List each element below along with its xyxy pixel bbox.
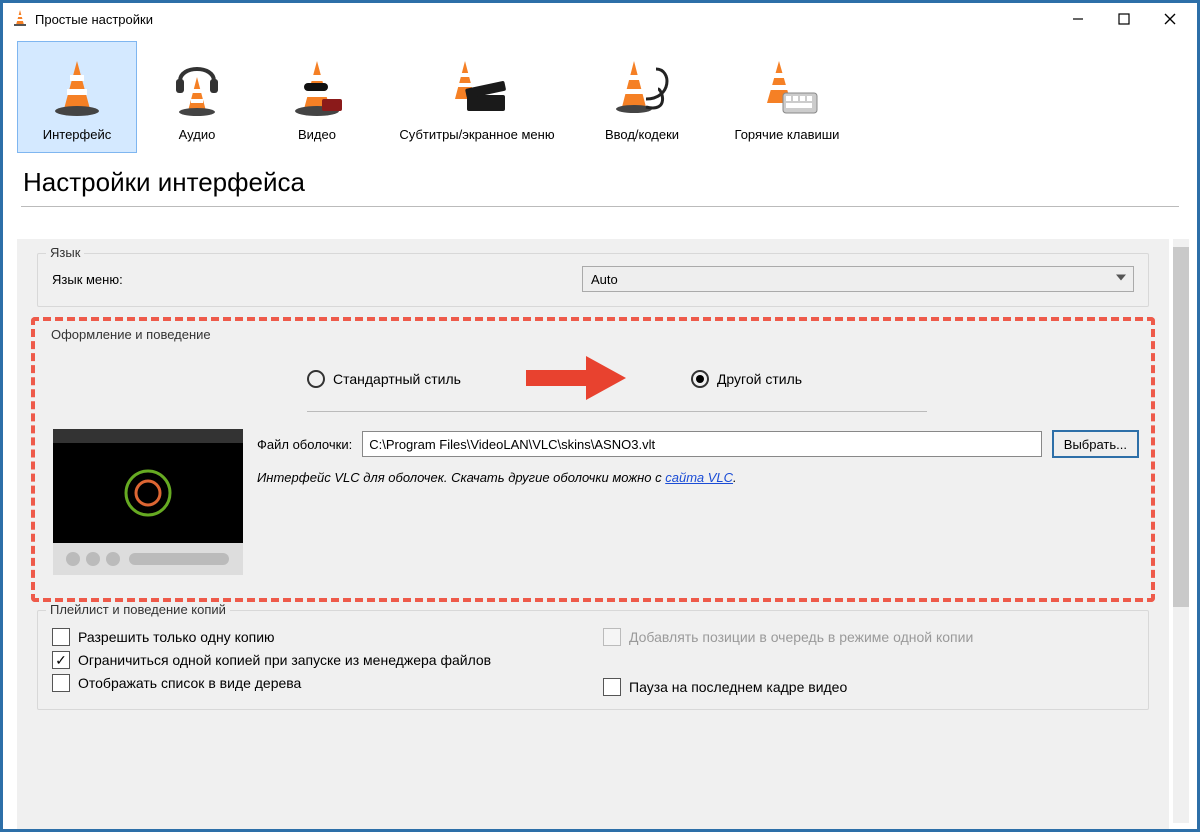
preferences-window: Простые настройки Интерфейс Аудио Видео …: [0, 0, 1200, 832]
content-scrollarea[interactable]: Язык Язык меню: Auto Оформление и поведе…: [17, 239, 1169, 829]
choose-button[interactable]: Выбрать...: [1052, 430, 1139, 458]
tab-label: Интерфейс: [43, 127, 111, 142]
close-button[interactable]: [1147, 4, 1193, 34]
clapboard-cone-icon: [445, 59, 509, 119]
select-value: Auto: [591, 272, 618, 287]
tab-label: Горячие клавиши: [735, 127, 840, 142]
skin-preview-thumbnail: [53, 429, 243, 582]
radio-custom-style[interactable]: Другой стиль: [691, 370, 802, 388]
checkbox-limit-one-from-file-manager[interactable]: Ограничиться одной копией при запуске из…: [52, 651, 583, 669]
group-language: Язык Язык меню: Auto: [37, 253, 1149, 307]
checkbox-indicator: [52, 628, 70, 646]
title-divider: [21, 206, 1179, 207]
tab-label: Аудио: [179, 127, 216, 142]
checkbox-indicator: [52, 674, 70, 692]
cables-cone-icon: [612, 59, 672, 119]
group-legend: Оформление и поведение: [47, 327, 215, 342]
cone-icon: [50, 59, 104, 119]
minimize-button[interactable]: [1055, 4, 1101, 34]
checkbox-allow-one-instance[interactable]: Разрешить только одну копию: [52, 628, 583, 646]
checkbox-label: Разрешить только одну копию: [78, 629, 275, 645]
vlc-site-link[interactable]: сайта VLC: [665, 470, 733, 485]
vertical-scrollbar[interactable]: [1173, 239, 1189, 823]
tab-label: Субтитры/экранное меню: [399, 127, 554, 142]
cone-icon: [11, 9, 29, 30]
checkbox-label: Добавлять позиции в очередь в режиме одн…: [629, 629, 973, 645]
radio-standard-style[interactable]: Стандартный стиль: [307, 370, 461, 388]
menu-language-label: Язык меню:: [52, 272, 572, 287]
menu-language-select[interactable]: Auto: [582, 266, 1134, 292]
tab-subtitles[interactable]: Субтитры/экранное меню: [377, 41, 577, 153]
checkbox-pause-last-frame[interactable]: Пауза на последнем кадре видео: [603, 678, 1134, 696]
checkbox-enqueue-single-instance: Добавлять позиции в очередь в режиме одн…: [603, 628, 1134, 646]
callout-look-and-feel: Оформление и поведение Стандартный стиль…: [31, 317, 1155, 602]
radio-label: Стандартный стиль: [333, 371, 461, 387]
checkbox-indicator: [603, 678, 621, 696]
radio-label: Другой стиль: [717, 371, 802, 387]
checkbox-label: Пауза на последнем кадре видео: [629, 679, 847, 695]
tab-interface[interactable]: Интерфейс: [17, 41, 137, 153]
checkbox-label: Отображать список в виде дерева: [78, 675, 301, 691]
skin-file-input[interactable]: [362, 431, 1042, 457]
checkbox-label: Ограничиться одной копией при запуске из…: [78, 652, 491, 668]
arrow-right-icon: [521, 352, 631, 405]
tab-video[interactable]: Видео: [257, 41, 377, 153]
radio-indicator: [691, 370, 709, 388]
tab-hotkeys[interactable]: Горячие клавиши: [707, 41, 867, 153]
group-legend: Плейлист и поведение копий: [46, 602, 230, 617]
checkbox-tree-view[interactable]: Отображать список в виде дерева: [52, 674, 583, 692]
maximize-button[interactable]: [1101, 4, 1147, 34]
tab-input-codecs[interactable]: Ввод/кодеки: [577, 41, 707, 153]
tab-audio[interactable]: Аудио: [137, 41, 257, 153]
page-title: Настройки интерфейса: [3, 153, 1197, 206]
skin-hint: Интерфейс VLC для оболочек. Скачать друг…: [257, 470, 1139, 485]
radio-indicator: [307, 370, 325, 388]
chevron-down-icon: [1115, 272, 1127, 287]
checkbox-indicator: [603, 628, 621, 646]
titlebar: Простые настройки: [3, 3, 1197, 35]
glasses-cone-icon: [290, 59, 344, 119]
tab-label: Ввод/кодеки: [605, 127, 679, 142]
skin-file-label: Файл оболочки:: [257, 437, 352, 452]
checkbox-indicator: [52, 651, 70, 669]
group-legend: Язык: [46, 245, 84, 260]
scrollbar-thumb[interactable]: [1173, 247, 1189, 607]
keyboard-cone-icon: [755, 59, 819, 119]
headphones-cone-icon: [170, 59, 224, 119]
category-tabs: Интерфейс Аудио Видео Субтитры/экранное …: [3, 35, 1197, 153]
tab-label: Видео: [298, 127, 336, 142]
window-title: Простые настройки: [35, 12, 153, 27]
group-playlist: Плейлист и поведение копий Разрешить тол…: [37, 610, 1149, 710]
